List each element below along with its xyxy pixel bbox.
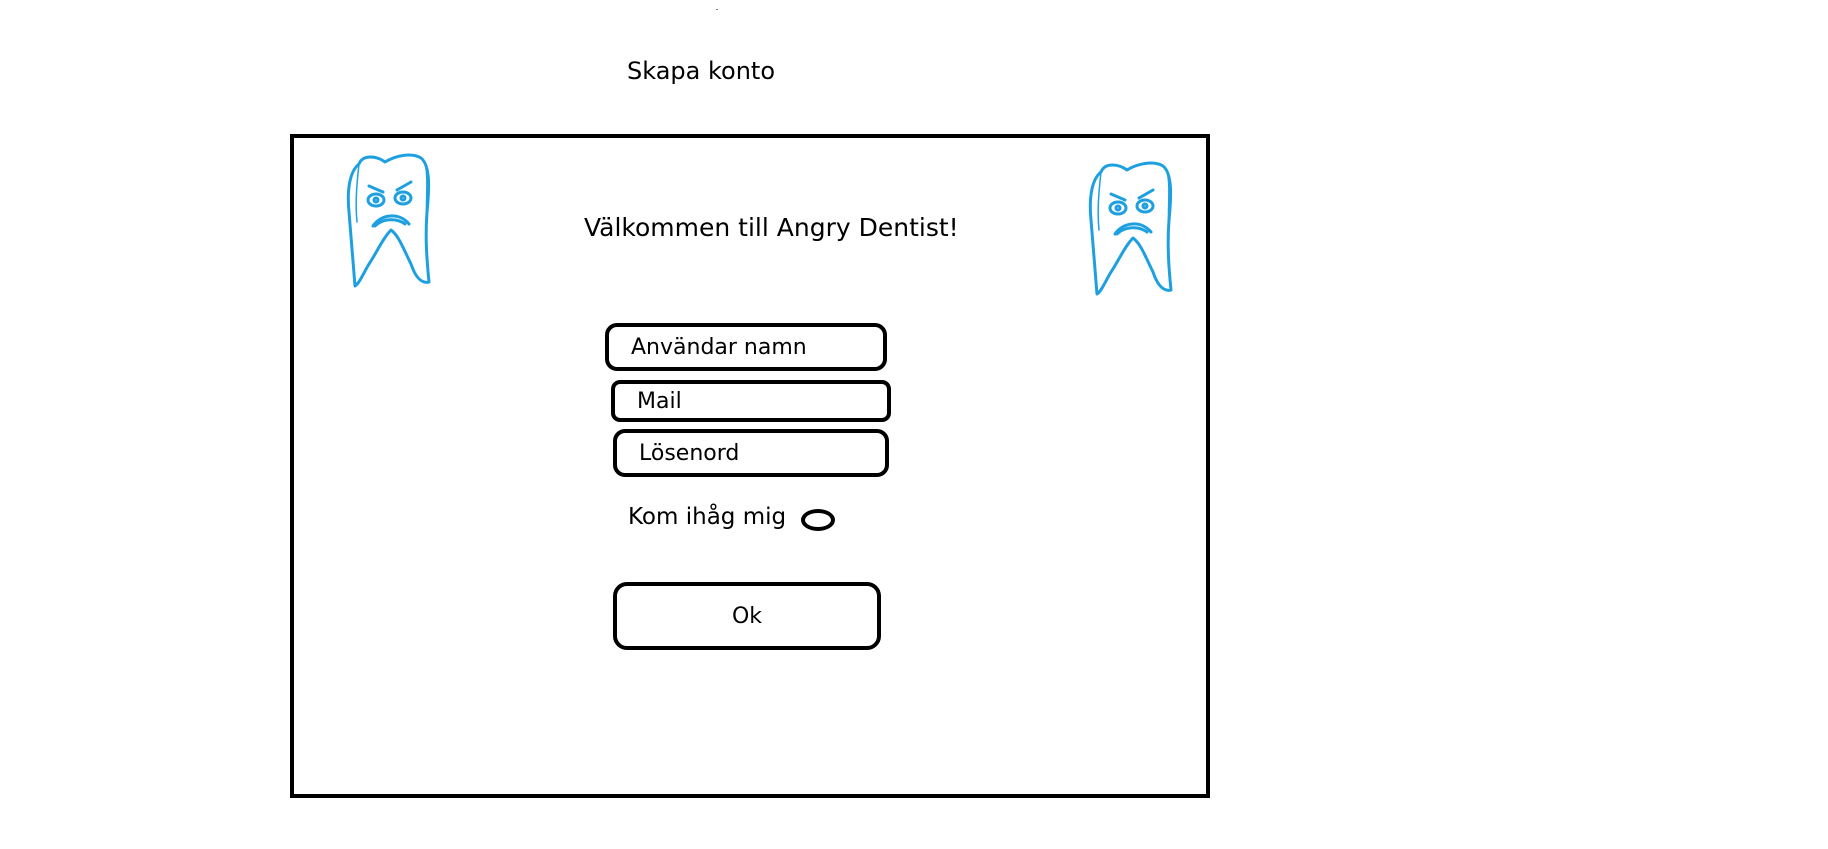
mail-input[interactable] (611, 380, 891, 422)
ok-button[interactable]: Ok (613, 582, 881, 650)
username-input[interactable] (605, 323, 887, 371)
angry-tooth-icon (1088, 161, 1173, 296)
page-title: Skapa konto (627, 57, 776, 85)
stray-pixel (716, 9, 718, 10)
remember-me-radio[interactable] (801, 509, 835, 531)
remember-me-label: Kom ihåg mig (628, 504, 787, 530)
angry-tooth-icon (346, 153, 431, 288)
welcome-heading: Välkommen till Angry Dentist! (584, 213, 959, 242)
password-input[interactable] (613, 429, 889, 477)
